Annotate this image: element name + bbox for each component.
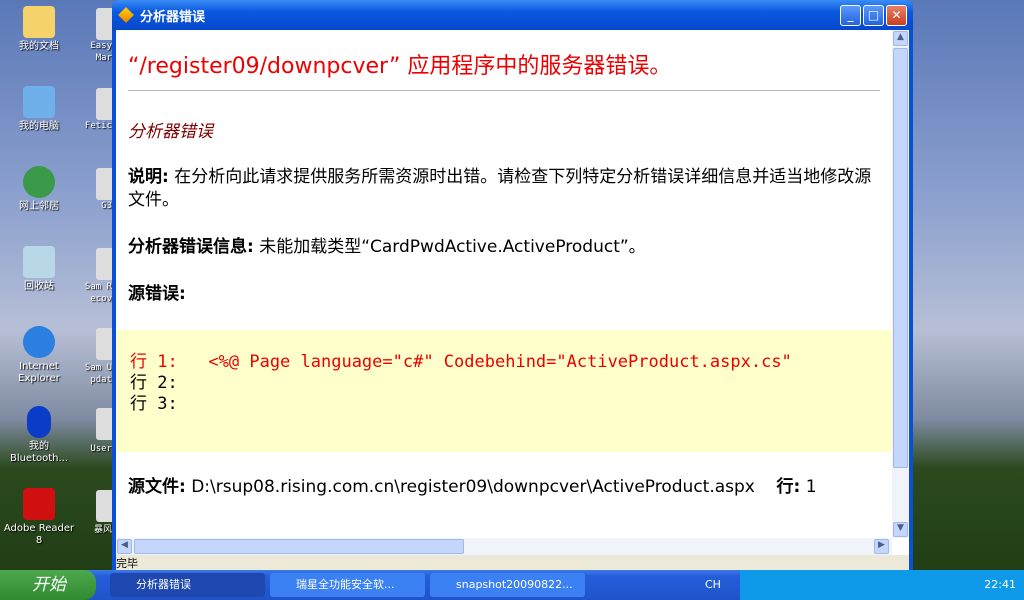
error-page: “/register09/downpcver” 应用程序中的服务器错误。 分析器… [116, 30, 892, 538]
network-icon [23, 166, 55, 198]
icon-label: Adobe Reader 8 [3, 523, 75, 546]
shortcut-label[interactable]: Easy Mar [80, 40, 112, 64]
computer-icon [23, 86, 55, 118]
task-error-page[interactable]: 分析器错误 [110, 573, 265, 597]
start-button[interactable]: 开始 [0, 570, 96, 600]
page-area: “/register09/downpcver” 应用程序中的服务器错误。 分析器… [116, 30, 909, 570]
desktop-icon-network[interactable]: 网上邻居 [0, 166, 78, 213]
title-bar[interactable]: 分析器错误 [112, 0, 913, 30]
browser-window: 分析器错误 _ □ ✕ “/register09/downpcver” 应用程序… [112, 0, 913, 572]
error-message: 分析器错误信息: 未能加载类型“CardPwdActive.ActiveProd… [128, 236, 880, 259]
clock[interactable]: 22:41 [984, 578, 1016, 591]
folder-icon [23, 6, 55, 38]
window-title: 分析器错误 [140, 9, 206, 25]
task-label: 分析器错误 [136, 578, 191, 591]
desktop-icon-ie[interactable]: Internet Explorer [0, 326, 78, 385]
error-message-text: 未能加载类型“CardPwdActive.ActiveProduct”。 [253, 237, 646, 257]
adobe-reader-icon [23, 488, 55, 520]
shortcut-label[interactable]: Fetic [80, 120, 112, 132]
language-indicator[interactable]: CH [705, 570, 721, 600]
source-file-path: D:\rsup08.rising.com.cn\register09\downp… [185, 477, 755, 497]
description-text: 在分析向此请求提供服务所需资源时出错。请检查下列特定分析错误详细信息并适当地修改… [128, 167, 872, 210]
line-number: 1 [800, 477, 817, 497]
source-error-label: 源错误: [128, 284, 186, 304]
shortcut-label[interactable]: G3 [80, 200, 112, 212]
code-line: 行 1: <%@ Page language="c#" Codebehind="… [130, 352, 792, 372]
error-subheading: 分析器错误 [128, 122, 213, 142]
app-icon [118, 7, 134, 23]
description: 说明: 在分析向此请求提供服务所需资源时出错。请检查下列特定分析错误详细信息并适… [128, 166, 880, 212]
maximize-button[interactable]: □ [863, 5, 884, 26]
vertical-scrollbar[interactable]: ▲ ▼ [892, 30, 909, 538]
error-message-label: 分析器错误信息: [128, 237, 254, 257]
desktop-icon-my-documents[interactable]: 我的文档 [0, 6, 78, 53]
shortcut-label[interactable]: User [80, 443, 112, 455]
source-file-label: 源文件: [128, 477, 186, 497]
shortcut-label[interactable]: 暴风 [80, 524, 112, 536]
task-label: snapshot20090822... [456, 578, 573, 591]
horizontal-scroll-thumb[interactable] [134, 539, 464, 554]
shortcut-label[interactable]: Sam Updat [80, 362, 112, 386]
vertical-scroll-thumb[interactable] [893, 48, 908, 468]
bluetooth-icon [27, 406, 51, 438]
icon-label: Internet Explorer [18, 361, 60, 384]
code-line: 行 2: [130, 373, 178, 393]
page-heading: “/register09/downpcver” 应用程序中的服务器错误。 [128, 48, 880, 91]
minimize-button[interactable]: _ [840, 5, 861, 26]
description-label: 说明: [128, 167, 169, 187]
close-button[interactable]: ✕ [886, 5, 907, 26]
desktop-icon-recycle-bin[interactable]: 回收站 [0, 246, 78, 293]
source-error: 源错误: [128, 283, 880, 306]
scroll-left-button[interactable]: ◀ [117, 539, 132, 554]
desktop-icon-my-computer[interactable]: 我的电脑 [0, 86, 78, 133]
icon-label: 我的 Bluetooth... [9, 441, 69, 464]
icon-label: 我的文档 [19, 41, 59, 52]
status-bar: 完毕 [116, 555, 909, 570]
status-text: 完毕 [116, 557, 138, 570]
task-rising-antivirus[interactable]: 瑞星全功能安全软... [270, 573, 425, 597]
icon-label: 网上邻居 [19, 201, 59, 212]
source-code-block: 行 1: <%@ Page language="c#" Codebehind="… [116, 330, 892, 452]
task-snapshot[interactable]: snapshot20090822... [430, 573, 585, 597]
scroll-down-button[interactable]: ▼ [893, 522, 908, 537]
shortcut-label[interactable]: Sam Recov [80, 281, 112, 305]
icon-label: 回收站 [24, 281, 54, 292]
task-label: 瑞星全功能安全软... [296, 578, 395, 591]
ie-icon [23, 326, 55, 358]
code-line: 行 3: [130, 394, 178, 414]
desktop-icon-adobe-reader[interactable]: Adobe Reader 8 [0, 488, 78, 547]
desktop-icon-bluetooth[interactable]: 我的 Bluetooth... [0, 406, 78, 465]
horizontal-scrollbar[interactable]: ◀ ▶ [116, 538, 892, 555]
icon-label: 我的电脑 [19, 121, 59, 132]
system-tray: 22:41 [740, 570, 1024, 600]
line-label: 行: [776, 477, 801, 497]
source-file: 源文件: D:\rsup08.rising.com.cn\register09\… [128, 476, 880, 499]
scroll-right-button[interactable]: ▶ [874, 539, 889, 554]
start-label: 开始 [32, 575, 66, 595]
recycle-bin-icon [23, 246, 55, 278]
taskbar: 开始 分析器错误 瑞星全功能安全软... snapshot20090822...… [0, 570, 1024, 600]
scroll-up-button[interactable]: ▲ [893, 31, 908, 46]
